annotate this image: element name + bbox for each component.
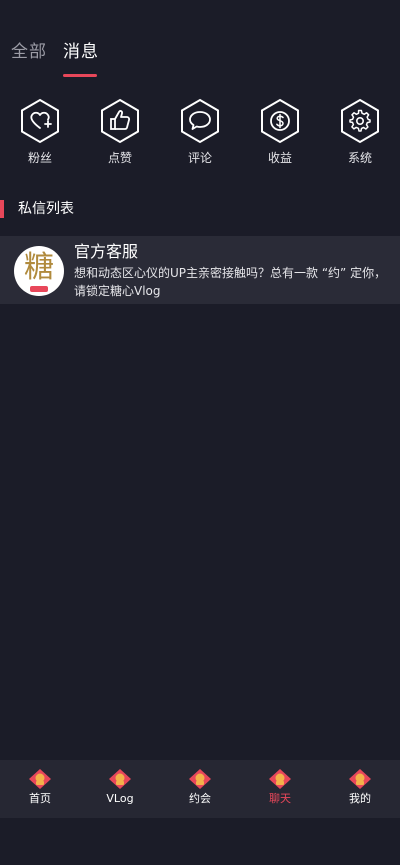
category-label: 评论: [187, 151, 212, 165]
nav-item-chat[interactable]: 聊天: [240, 760, 320, 818]
nav-label: 我的: [349, 792, 371, 805]
top-tab-bar: 全部 消息: [0, 0, 400, 90]
nav-item-dating[interactable]: 约会: [160, 760, 240, 818]
message-sender-name: 官方客服: [74, 242, 139, 261]
avatar-logo-char: 糖: [24, 250, 54, 285]
profile-icon: [349, 769, 371, 789]
vlog-icon: [109, 769, 131, 789]
section-title: 私信列表: [18, 201, 74, 217]
category-label: 系统: [347, 151, 372, 165]
nav-item-vlog[interactable]: VLog: [80, 760, 160, 818]
category-system[interactable]: 系统: [330, 98, 390, 178]
category-row: 粉丝 点赞 评论 收益 系统: [0, 98, 400, 178]
dollar-coin-icon: [261, 98, 299, 144]
heart-plus-icon: [21, 98, 59, 144]
nav-label: VLog: [106, 792, 134, 805]
tab-all[interactable]: 全部: [11, 40, 47, 64]
category-label: 收益: [267, 151, 292, 165]
speech-bubble-icon: [181, 98, 219, 144]
nav-label: 约会: [189, 792, 211, 805]
category-likes[interactable]: 点赞: [90, 98, 150, 178]
home-icon: [29, 769, 51, 789]
nav-item-home[interactable]: 首页: [0, 760, 80, 818]
message-list-item[interactable]: 糖 官方客服 想和动态区心仪的UP主亲密接触吗？总有一款 “约” 定你，请锁定糖…: [0, 236, 400, 304]
gear-icon: [341, 98, 379, 144]
section-accent-bar: [0, 200, 4, 218]
category-comments[interactable]: 评论: [170, 98, 230, 178]
private-messages-header: 私信列表: [0, 198, 400, 220]
active-tab-indicator: [63, 74, 97, 77]
nav-item-profile[interactable]: 我的: [320, 760, 400, 818]
nav-label: 聊天: [269, 792, 291, 805]
avatar-badge: [30, 286, 48, 292]
category-fans[interactable]: 粉丝: [10, 98, 70, 178]
message-preview-text: 想和动态区心仪的UP主亲密接触吗？总有一款 “约” 定你，请锁定糖心Vlog: [74, 266, 387, 298]
category-label: 点赞: [107, 151, 132, 165]
thumbs-up-icon: [101, 98, 139, 144]
dating-icon: [189, 769, 211, 789]
chat-icon: [269, 769, 291, 789]
bottom-nav-bar: 首页 VLog 约会 聊天 我的: [0, 760, 400, 818]
category-label: 粉丝: [27, 151, 52, 165]
avatar[interactable]: 糖: [14, 246, 64, 296]
nav-label: 首页: [29, 792, 51, 805]
category-earnings[interactable]: 收益: [250, 98, 310, 178]
tab-messages[interactable]: 消息: [63, 40, 99, 64]
